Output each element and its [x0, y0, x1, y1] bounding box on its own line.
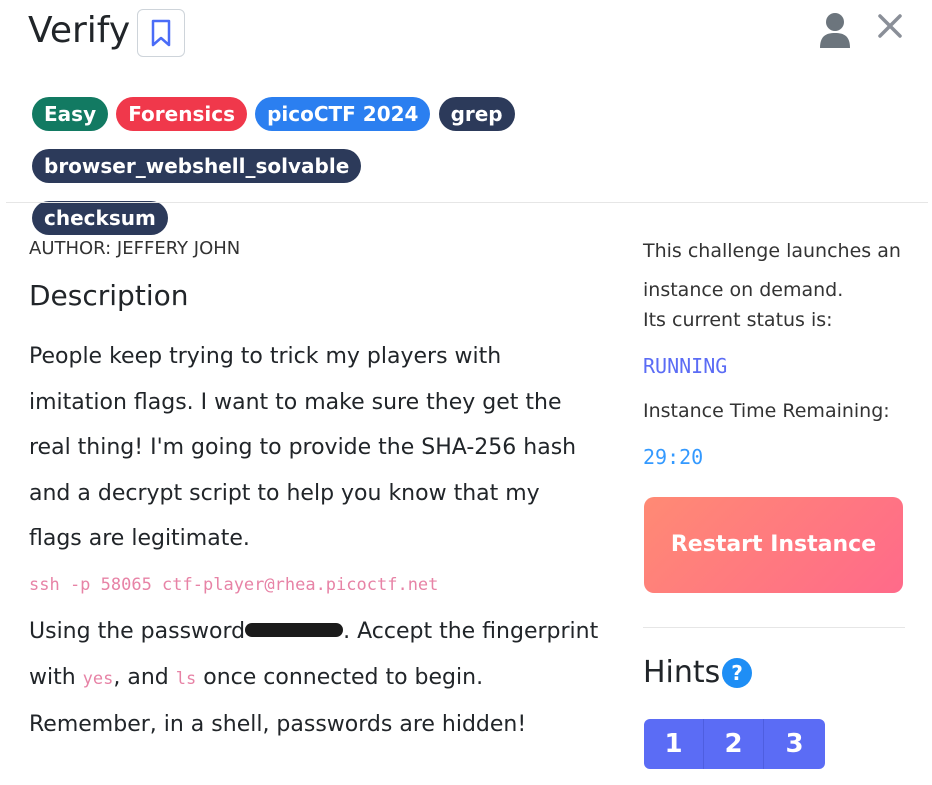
- hint-button-2[interactable]: 2: [704, 719, 764, 769]
- instance-status: RUNNING: [643, 354, 728, 378]
- tag-difficulty[interactable]: Easy: [32, 97, 109, 131]
- tag-grep[interactable]: grep: [438, 97, 515, 131]
- tag-webshell[interactable]: browser_webshell_solvable: [32, 149, 362, 183]
- code-yes: yes: [82, 668, 114, 689]
- hint-button-3[interactable]: 3: [764, 719, 825, 769]
- usage-instructions: Using the password. Accept the fingerpri…: [29, 609, 599, 748]
- description-text: People keep trying to trick my players w…: [29, 344, 577, 551]
- hints-heading: Hints: [643, 655, 721, 690]
- ssh-command: ssh -p 58065 ctf-player@rhea.picoctf.net: [29, 575, 439, 595]
- user-icon[interactable]: [818, 12, 852, 48]
- redacted-password: [245, 623, 344, 637]
- close-icon[interactable]: [876, 12, 904, 40]
- tag-checksum[interactable]: checksum: [32, 201, 168, 235]
- description-heading: Description: [29, 279, 189, 312]
- status-label: Its current status is:: [643, 309, 833, 331]
- usage-text: Using the password: [29, 619, 246, 644]
- time-remaining-label: Instance Time Remaining:: [643, 400, 890, 422]
- restart-instance-button[interactable]: Restart Instance: [644, 497, 903, 593]
- bookmark-button[interactable]: [137, 9, 185, 57]
- bookmark-icon: [151, 19, 171, 47]
- help-icon[interactable]: ?: [722, 658, 752, 688]
- tag-list: Easy Forensics picoCTF 2024 grep browser…: [32, 97, 812, 253]
- author-label: AUTHOR: JEFFERY JOHN: [29, 238, 241, 259]
- usage-text: , and: [113, 664, 176, 690]
- page-title: Verify: [28, 10, 131, 51]
- instance-panel: This challenge launches an instance on d…: [643, 232, 913, 469]
- code-ls: ls: [175, 668, 197, 689]
- tag-event[interactable]: picoCTF 2024: [255, 97, 431, 131]
- header-divider: [6, 202, 928, 203]
- tag-category[interactable]: Forensics: [116, 97, 247, 131]
- hint-button-1[interactable]: 1: [644, 719, 704, 769]
- hint-button-group: 1 2 3: [644, 719, 825, 769]
- time-remaining: 29:20: [643, 445, 704, 469]
- instance-description: This challenge launches an instance on d…: [643, 240, 901, 301]
- sidebar-divider: [643, 627, 905, 628]
